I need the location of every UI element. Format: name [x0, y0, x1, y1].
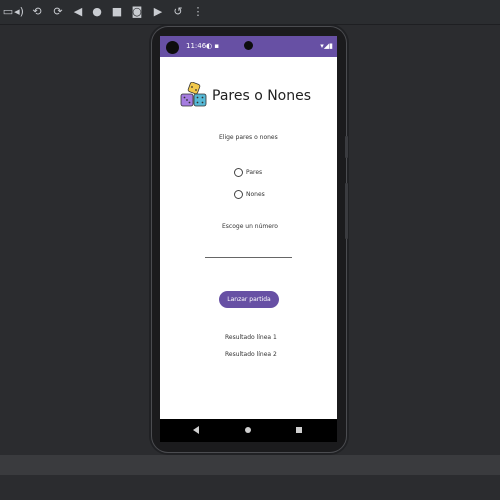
power-button [345, 136, 348, 158]
radio-button[interactable] [234, 168, 243, 177]
radio-label: Pares [246, 169, 263, 176]
nav-home-icon[interactable] [245, 427, 251, 433]
emulator-toolbar: ▭ ◂) ⟲ ⟳ ◀ ● ■ ◙ ▶ ↺ ⋮ [0, 0, 500, 25]
home-icon[interactable]: ● [89, 4, 105, 20]
number-input-underline [205, 257, 292, 258]
signal-battery-icons: ▾◢▮ [320, 42, 333, 50]
screen-record-icon[interactable]: ▶ [150, 4, 166, 20]
camera-cutout [166, 41, 179, 54]
screenshot-icon[interactable]: ◙ [129, 4, 145, 20]
volume-button [345, 183, 348, 239]
app-title: Pares o Nones [212, 88, 312, 104]
radio-pares[interactable]: Pares [234, 168, 262, 177]
notification-icons: ◐ ▪ [206, 42, 220, 50]
front-camera [244, 41, 253, 50]
status-time: 11:46 [186, 42, 207, 50]
launch-button[interactable]: Lanzar partida [219, 291, 279, 308]
status-bar: 11:46 ◐ ▪ ▾◢▮ [160, 36, 337, 57]
dice-logo-icon [180, 82, 207, 107]
status-panel [0, 475, 500, 500]
radio-button[interactable] [234, 190, 243, 199]
overview-icon[interactable]: ■ [109, 4, 125, 20]
volume-up-icon[interactable]: ◂) [11, 4, 27, 20]
bottom-panel [0, 455, 500, 475]
snapshot-icon[interactable]: ↺ [170, 4, 186, 20]
nav-back-icon[interactable] [193, 426, 199, 434]
radio-label: Nones [246, 191, 265, 198]
navigation-bar [160, 419, 337, 442]
more-icon[interactable]: ⋮ [190, 4, 206, 20]
result-line-1: Resultado línea 1 [225, 334, 277, 341]
result-line-2: Resultado línea 2 [225, 351, 277, 358]
phone-screen: 11:46 ◐ ▪ ▾◢▮ Pares o Nones Elige pares … [160, 36, 337, 442]
choose-label: Elige pares o nones [219, 134, 278, 141]
rotate-left-icon[interactable]: ⟲ [29, 4, 45, 20]
rotate-right-icon[interactable]: ⟳ [50, 4, 66, 20]
back-icon[interactable]: ◀ [70, 4, 86, 20]
radio-nones[interactable]: Nones [234, 190, 265, 199]
nav-recents-icon[interactable] [296, 427, 302, 433]
number-label: Escoge un número [222, 223, 278, 230]
